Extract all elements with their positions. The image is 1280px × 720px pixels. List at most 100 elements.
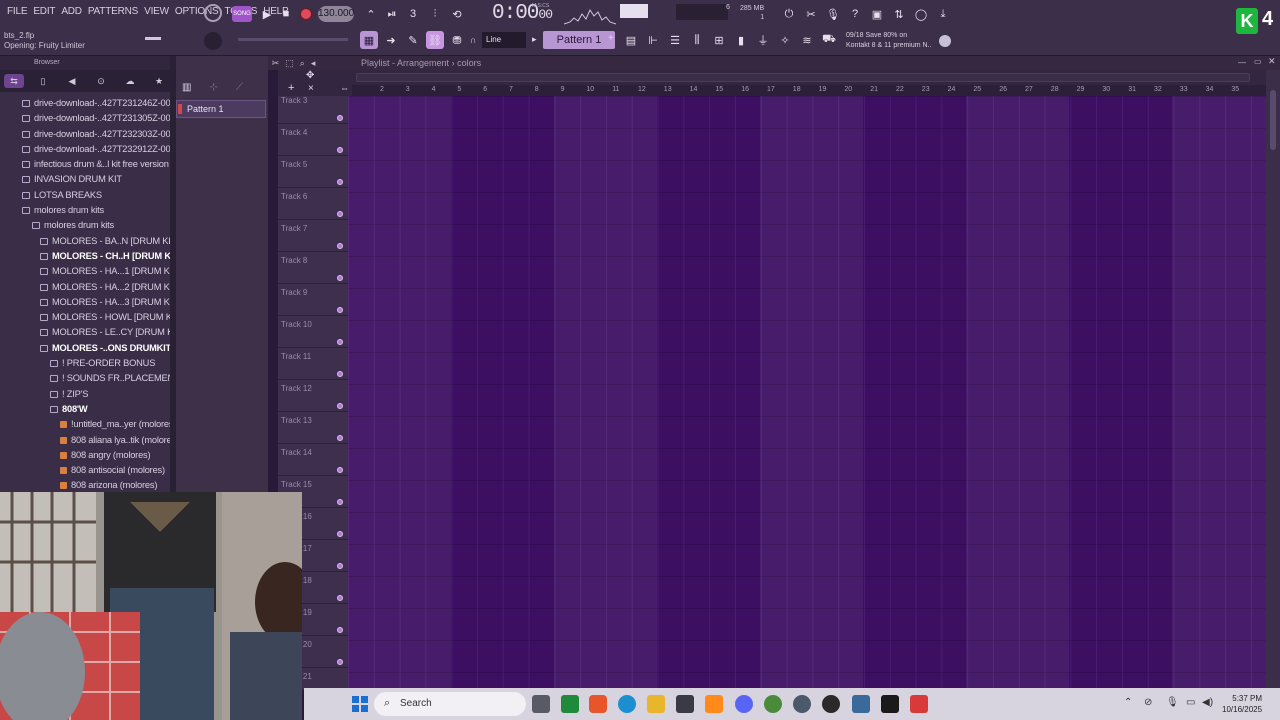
menu-edit[interactable]: EDIT (30, 6, 58, 17)
audio-app-icon[interactable] (881, 695, 899, 713)
browser-file-item[interactable]: 808 antisocial (molores) (0, 463, 170, 478)
track-mute-toggle[interactable] (337, 307, 343, 313)
track-header[interactable]: Track 14 (278, 444, 348, 476)
taskbar-clock[interactable]: 5:37 PM 10/16/2025 (1222, 693, 1262, 715)
browser-file-item[interactable]: !untitled_ma..yer (molores) (0, 417, 170, 432)
file-icon[interactable]: ▮ (732, 31, 750, 49)
track-header[interactable]: Track 7 (278, 220, 348, 252)
browser-folder-item[interactable]: MOLORES - HA...1 [DRUM KIT] (0, 264, 170, 279)
cart-icon[interactable]: ⛟ (820, 31, 838, 49)
vertical-scroll-thumb[interactable] (1270, 90, 1276, 150)
track-mute-toggle[interactable] (337, 467, 343, 473)
browser-cloud-icon[interactable]: ☁ (120, 74, 140, 88)
zoom-arrows-icon[interactable]: ⇔ (340, 83, 349, 93)
render-icon[interactable]: ⇅ (890, 5, 908, 23)
browser-folder-item[interactable]: drive-download-..427T231305Z-001 (0, 111, 170, 126)
pattern-selector[interactable]: Pattern 1 (543, 31, 615, 49)
track-header[interactable]: Track 5 (278, 156, 348, 188)
magnet-icon[interactable]: ∩ (470, 35, 480, 45)
menu-view[interactable]: VIEW (141, 6, 172, 17)
globe-icon[interactable] (939, 35, 951, 47)
browser-folder-item[interactable]: ! ZIP'S (0, 387, 170, 402)
zoom-icon[interactable]: ⌕ (300, 56, 305, 70)
browser-folder-item[interactable]: MOLORES - BA..N [DRUM KIT] (0, 234, 170, 249)
browser-speaker-icon[interactable]: ◀ (62, 74, 82, 88)
pattern-item[interactable]: Pattern 1 (176, 100, 266, 118)
media-player-icon[interactable] (822, 695, 840, 713)
track-mute-toggle[interactable] (337, 275, 343, 281)
track-mute-toggle[interactable] (337, 499, 343, 505)
browser-folder-item[interactable]: MOLORES -..ONS DRUMKIT (0, 341, 170, 356)
browser-folder-item[interactable]: ! PRE-ORDER BONUS (0, 356, 170, 371)
taskbar-search[interactable]: Search (374, 692, 526, 716)
countdown-icon[interactable]: 3 (404, 5, 422, 23)
track-header[interactable]: Track 9 (278, 284, 348, 316)
browser-file-item[interactable]: 808 angry (molores) (0, 448, 170, 463)
track-mute-toggle[interactable] (337, 659, 343, 665)
song-mode-toggle[interactable]: SONG (232, 6, 252, 22)
task-view-icon[interactable] (532, 695, 550, 713)
master-pitch-knob[interactable] (204, 32, 222, 50)
add-track-icon[interactable]: + (288, 82, 294, 94)
select-icon[interactable]: ⬚ (285, 56, 294, 70)
slice-icon[interactable]: ✂ (272, 56, 280, 70)
browser-star-icon[interactable]: ★ (149, 74, 169, 88)
channel-rack-icon[interactable]: ☰ (666, 31, 684, 49)
menu-patterns[interactable]: PATTERNS (85, 6, 141, 17)
script-icon[interactable]: ≋ (798, 31, 816, 49)
chat-icon[interactable]: ◯ (912, 5, 930, 23)
track-header[interactable]: Track 10 (278, 316, 348, 348)
file-explorer-icon[interactable] (647, 695, 665, 713)
browser-folder-item[interactable]: LOTSA BREAKS (0, 188, 170, 203)
close-track-icon[interactable]: × (308, 83, 314, 94)
master-slider[interactable] (238, 38, 348, 41)
pattern-view-icon[interactable]: ▥ (182, 82, 191, 93)
brave-icon[interactable] (589, 695, 607, 713)
settings-taskbar-icon[interactable] (793, 695, 811, 713)
playlist-icon[interactable]: ▤ (622, 31, 640, 49)
photos-icon[interactable] (852, 695, 870, 713)
display-icon[interactable]: ▭ (1186, 697, 1195, 708)
mixer-icon[interactable]: ⫼ (688, 31, 706, 49)
minimize-icon[interactable]: — (1238, 58, 1246, 67)
maximize-icon[interactable]: ▭ (1254, 57, 1262, 66)
vertical-scrollbar[interactable] (1266, 70, 1280, 690)
browser-file-item[interactable]: 808 arizona (molores) (0, 478, 170, 492)
bar-ruler[interactable]: 2 3 4 5 6 7 8 9 10 11 12 13 14 15 16 17 18 19 20 21 22 23 24 25… (352, 85, 1270, 96)
news-ticker[interactable]: 09/18 Save 80% on Kontakt 8 & 11 premium… (846, 31, 931, 51)
browser-folder-item[interactable]: drive-download-..427T232912Z-001 (0, 142, 170, 157)
download-icon[interactable]: ⤓ (934, 5, 952, 23)
browser-plugin-icon[interactable]: ⊙ (91, 74, 111, 88)
browser-folder-item[interactable]: MOLORES - LE..CY [DRUM KIT] (0, 325, 170, 340)
excel-icon[interactable] (561, 695, 579, 713)
help-icon[interactable]: ? (846, 5, 864, 23)
close-icon[interactable]: ✕ (1268, 56, 1276, 67)
edge-icon[interactable] (618, 695, 636, 713)
track-mute-toggle[interactable] (337, 179, 343, 185)
browser-all-icon[interactable]: ⇆ (4, 74, 24, 88)
browser-folder-item[interactable]: 808'W (0, 402, 170, 417)
browser-folder-item[interactable]: infectious drum &..l kit free version (0, 157, 170, 172)
track-mute-toggle[interactable] (337, 531, 343, 537)
track-mute-toggle[interactable] (337, 243, 343, 249)
browser-folder-item[interactable]: ! SOUNDS FR..PLACEMENT'S (0, 371, 170, 386)
wizard-icon[interactable]: ✧ (776, 31, 794, 49)
loop-record-icon[interactable]: ⟲ (448, 5, 466, 23)
track-mute-toggle[interactable] (337, 147, 343, 153)
track-header[interactable]: Track 13 (278, 412, 348, 444)
windows-start-icon[interactable] (352, 696, 368, 712)
track-mute-toggle[interactable] (337, 435, 343, 441)
pattern-prev-icon[interactable]: ▸ (532, 34, 537, 45)
sample-browser-icon[interactable]: ⊞ (710, 31, 728, 49)
piano-roll-icon[interactable]: ⊩ (644, 31, 662, 49)
draw-tool-icon[interactable]: ✎ (404, 31, 422, 49)
store-icon[interactable] (676, 695, 694, 713)
browser-folder-item[interactable]: molores drum kits (0, 203, 170, 218)
menu-add[interactable]: ADD (58, 6, 85, 17)
wait-input-icon[interactable]: ⏯ (383, 5, 401, 23)
track-mute-toggle[interactable] (337, 211, 343, 217)
playlist-mode-icon[interactable]: ▦ (360, 31, 378, 49)
stop-icon[interactable]: ■ (277, 5, 295, 23)
track-mute-toggle[interactable] (337, 563, 343, 569)
wifi-off-icon[interactable]: ⊘ (1144, 697, 1152, 708)
